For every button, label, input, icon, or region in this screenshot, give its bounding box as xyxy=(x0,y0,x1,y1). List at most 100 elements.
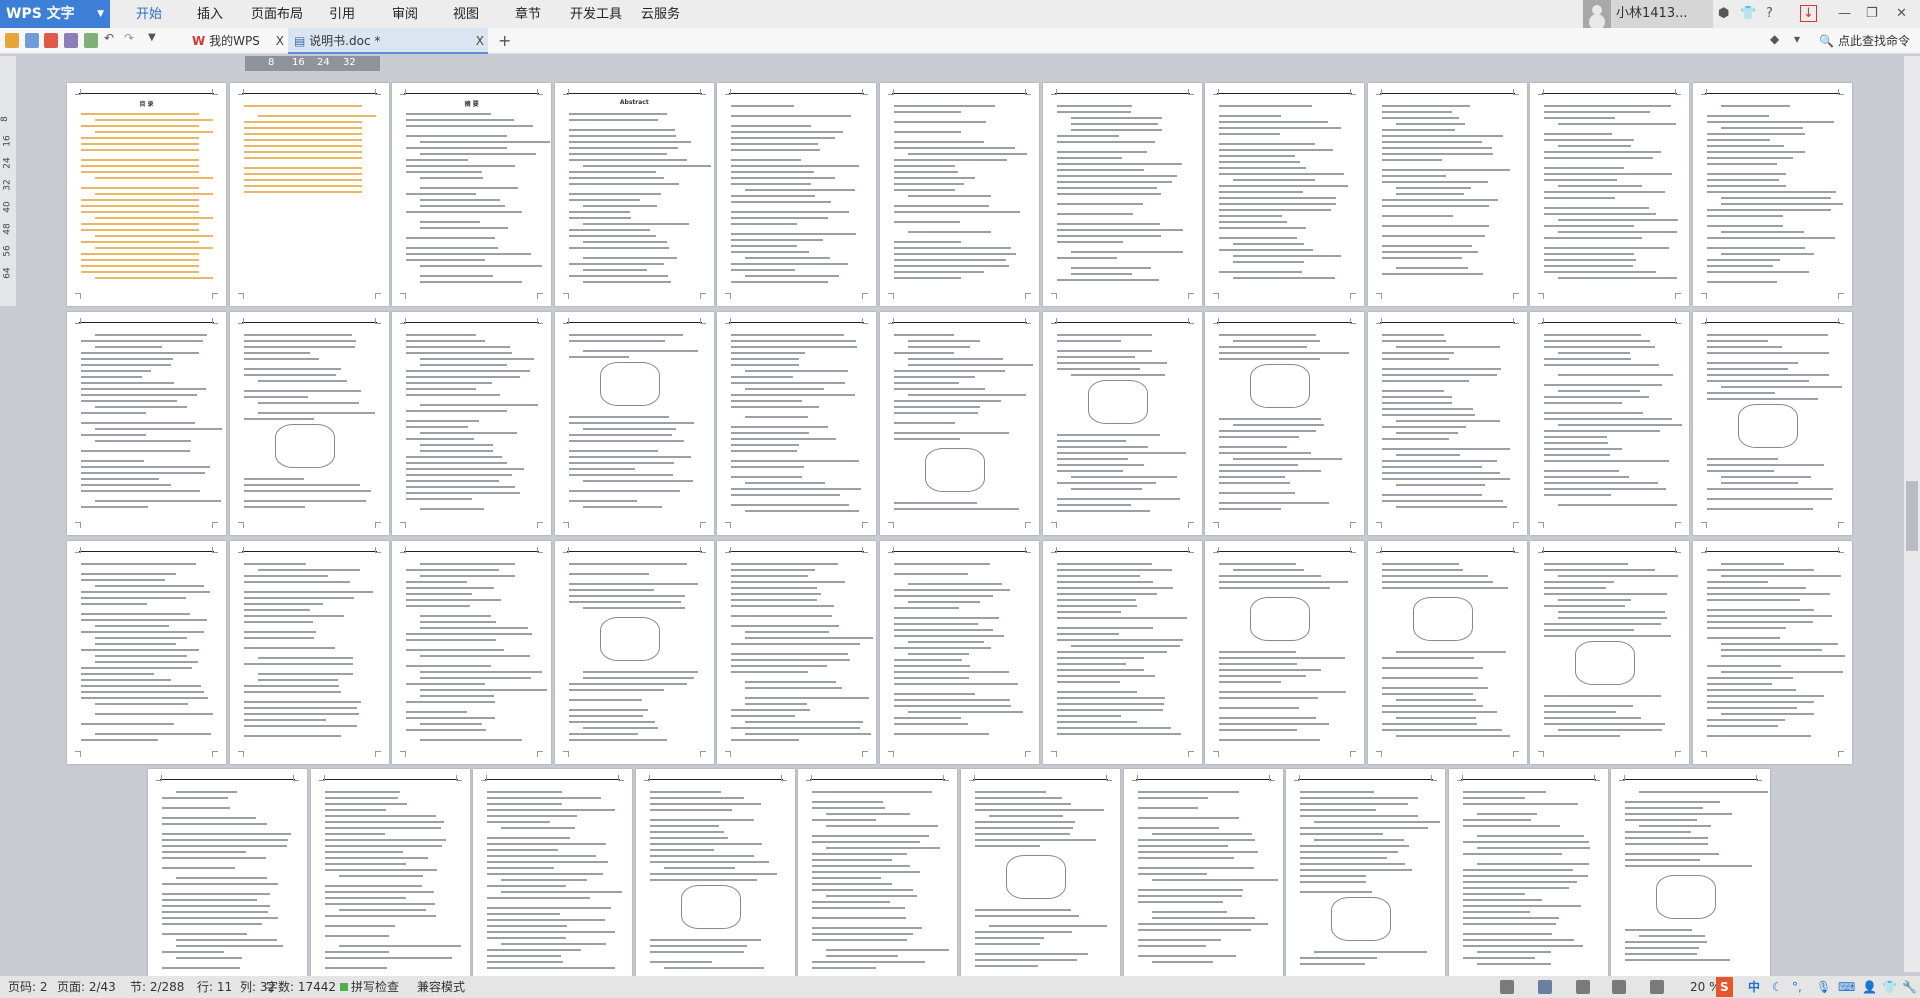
export-pdf-icon[interactable] xyxy=(44,33,58,48)
scrollbar-thumb[interactable] xyxy=(1906,481,1918,551)
menu-tab-review[interactable]: 审阅 xyxy=(392,0,418,28)
page-thumbnail[interactable] xyxy=(1205,312,1365,535)
menu-tab-home[interactable]: 开始 xyxy=(136,0,162,28)
tab-my-wps[interactable]: W 我的WPS X xyxy=(186,28,288,54)
user-icon[interactable]: 👤 xyxy=(1862,976,1877,998)
page-thumbnail[interactable] xyxy=(1530,83,1690,306)
page-thumbnail[interactable] xyxy=(1205,83,1365,306)
spell-check-button[interactable]: 拼写检查 xyxy=(351,976,399,998)
skin-icon[interactable]: ⬢ xyxy=(1718,6,1729,21)
page-thumbnail[interactable] xyxy=(229,83,389,306)
page-thumbnail[interactable] xyxy=(1693,83,1852,306)
page-thumbnail[interactable] xyxy=(392,312,552,535)
page-thumbnail[interactable] xyxy=(1693,541,1852,764)
page-thumbnail[interactable]: 摘 要 xyxy=(392,83,552,306)
page-thumbnail[interactable] xyxy=(1367,541,1527,764)
page-thumbnail[interactable]: 目 录 xyxy=(67,83,226,306)
menu-tab-chapter[interactable]: 章节 xyxy=(515,0,541,28)
menu-tab-layout[interactable]: 页面布局 xyxy=(251,0,303,28)
page-thumbnail[interactable] xyxy=(880,312,1039,535)
sogou-ime-icon[interactable]: S xyxy=(1716,977,1733,997)
page-thumbnail[interactable] xyxy=(473,769,633,992)
ime-punctuation[interactable]: °, xyxy=(1792,976,1802,998)
app-menu-button[interactable]: WPS 文字 ▼ xyxy=(0,0,110,28)
page-thumbnail[interactable] xyxy=(1042,83,1202,306)
page-thumbnail[interactable] xyxy=(229,312,389,535)
page-thumbnail[interactable] xyxy=(961,769,1120,992)
page-thumbnail[interactable] xyxy=(1448,769,1608,992)
page-thumbnail[interactable] xyxy=(229,541,389,764)
undo-icon[interactable]: ↶ xyxy=(104,31,118,46)
wrench-icon[interactable]: 🔧 xyxy=(1902,976,1917,998)
horizontal-ruler[interactable]: 8 16 24 32 xyxy=(245,56,380,71)
shirt-icon[interactable]: 👕 xyxy=(1740,6,1756,21)
menu-tab-references[interactable]: 引用 xyxy=(329,0,355,28)
save-icon[interactable] xyxy=(25,33,39,48)
page-thumbnail[interactable] xyxy=(1693,312,1852,535)
close-tab-button[interactable]: X xyxy=(276,28,284,54)
page-thumbnail[interactable] xyxy=(635,769,795,992)
close-icon[interactable]: ✕ xyxy=(1896,6,1907,21)
moon-icon[interactable]: ☾ xyxy=(1772,976,1783,998)
skin-icon[interactable]: 👕 xyxy=(1882,976,1897,998)
page-thumbnail[interactable] xyxy=(1123,769,1283,992)
print-icon[interactable] xyxy=(64,33,78,48)
eye-protect-icon[interactable] xyxy=(1650,980,1664,994)
page-thumbnail[interactable] xyxy=(1611,769,1771,992)
tab-document[interactable]: ▤ 说明书.doc * X xyxy=(288,28,488,54)
fullscreen-icon[interactable] xyxy=(1500,980,1514,994)
page-thumbnail[interactable] xyxy=(798,769,958,992)
menu-tab-insert[interactable]: 插入 xyxy=(197,0,223,28)
page-thumbnail[interactable] xyxy=(1286,769,1446,992)
page-thumbnail[interactable] xyxy=(717,541,877,764)
vertical-ruler[interactable]: 8 16 24 32 40 48 56 64 xyxy=(0,56,16,306)
new-tab-button[interactable]: + xyxy=(492,28,511,54)
keyboard-icon[interactable]: ⌨ xyxy=(1838,976,1855,998)
redo-icon[interactable]: ↷ xyxy=(124,31,138,46)
menu-tab-developer[interactable]: 开发工具 xyxy=(570,0,622,28)
page-thumbnail[interactable] xyxy=(310,769,470,992)
user-account[interactable]: 小林1413... xyxy=(1583,0,1713,28)
download-icon[interactable]: ↓ xyxy=(1800,5,1817,22)
page-thumbnail[interactable] xyxy=(554,312,714,535)
page-thumbnail[interactable] xyxy=(392,541,552,764)
collapse-ribbon-icon[interactable]: ▾ xyxy=(1794,32,1808,47)
page-view-icon[interactable] xyxy=(1538,980,1552,994)
page-thumbnail[interactable] xyxy=(1042,541,1202,764)
text-line xyxy=(1056,715,1122,717)
more-dropdown-icon[interactable]: ▼ xyxy=(148,32,162,47)
page-thumbnail[interactable] xyxy=(1367,312,1527,535)
text-line xyxy=(1056,350,1153,352)
page-thumbnail[interactable] xyxy=(1042,312,1202,535)
brush-icon[interactable]: ◆ xyxy=(1770,32,1784,47)
menu-tab-view[interactable]: 视图 xyxy=(453,0,479,28)
page-thumbnail[interactable] xyxy=(880,541,1039,764)
page-thumbnail[interactable] xyxy=(717,312,877,535)
minimize-icon[interactable]: — xyxy=(1838,6,1851,21)
text-line xyxy=(1381,141,1483,143)
restore-icon[interactable]: ❐ xyxy=(1866,6,1878,21)
menu-tab-cloud[interactable]: 云服务 xyxy=(641,0,680,28)
page-thumbnail[interactable] xyxy=(880,83,1039,306)
text-line xyxy=(731,364,800,366)
page-thumbnail[interactable]: Abstract xyxy=(554,83,714,306)
microphone-icon[interactable]: 🎙 xyxy=(1816,976,1831,998)
page-thumbnail[interactable] xyxy=(717,83,877,306)
page-thumbnail[interactable] xyxy=(554,541,714,764)
page-thumbnail[interactable] xyxy=(1530,312,1690,535)
vertical-scrollbar[interactable] xyxy=(1904,56,1920,972)
page-thumbnail[interactable] xyxy=(67,541,226,764)
page-thumbnail[interactable] xyxy=(1367,83,1527,306)
outline-view-icon[interactable] xyxy=(1576,980,1590,994)
close-tab-button[interactable]: X xyxy=(476,28,484,54)
open-icon[interactable] xyxy=(5,33,19,48)
page-thumbnail[interactable] xyxy=(148,769,307,992)
web-view-icon[interactable] xyxy=(1612,980,1626,994)
command-search[interactable]: 🔍 点此查找命令 xyxy=(1819,28,1910,54)
print-preview-icon[interactable] xyxy=(84,33,98,48)
help-icon[interactable]: ? xyxy=(1766,6,1773,21)
page-thumbnail[interactable] xyxy=(1205,541,1365,764)
page-thumbnail[interactable] xyxy=(67,312,226,535)
page-thumbnail[interactable] xyxy=(1530,541,1690,764)
ime-language[interactable]: 中 xyxy=(1748,976,1760,998)
